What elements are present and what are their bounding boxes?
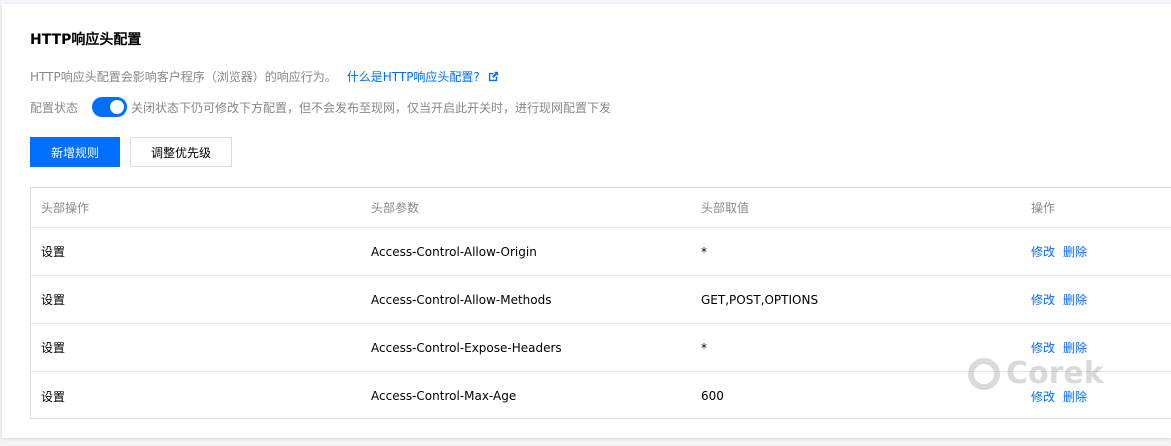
page-title: HTTP响应头配置	[30, 32, 142, 48]
delete-link[interactable]: 删除	[1063, 339, 1087, 356]
table-row: 设置 Access-Control-Allow-Methods GET,POST…	[31, 276, 1171, 324]
cell-op: 设置	[41, 389, 66, 404]
cell-actions: 修改 删除	[1031, 228, 1095, 275]
column-header-param: 头部参数	[371, 201, 420, 215]
table-header: 头部操作 头部参数 头部取值 操作	[31, 188, 1171, 228]
cell-value: 600	[701, 389, 724, 403]
cell-value: *	[701, 340, 707, 355]
cell-op: 设置	[41, 245, 66, 259]
watermark-logo-icon	[968, 357, 1000, 390]
watermark: Corek	[968, 356, 1104, 391]
edit-link[interactable]: 修改	[1031, 339, 1055, 356]
toggle-knob	[110, 100, 125, 114]
watermark-text: Corek	[1006, 356, 1104, 391]
add-rule-button[interactable]: 新增规则	[30, 137, 120, 167]
cell-op: 设置	[41, 341, 66, 355]
edit-link[interactable]: 修改	[1031, 243, 1055, 260]
status-label: 配置状态	[30, 100, 79, 115]
column-header-actions: 操作	[1031, 201, 1056, 215]
cell-value: *	[701, 244, 707, 259]
cell-param: Access-Control-Max-Age	[371, 389, 517, 403]
status-hint: 关闭状态下仍可修改下方配置，但不会发布至现网，仅当开启此开关时，进行现网配置下发	[131, 100, 612, 115]
external-link-icon[interactable]	[488, 71, 499, 82]
delete-link[interactable]: 删除	[1063, 243, 1087, 260]
description: HTTP响应头配置会影响客户程序（浏览器）的响应行为。 什么是HTTP响应头配置…	[30, 68, 499, 85]
cell-param: Access-Control-Expose-Headers	[371, 340, 562, 355]
cell-op: 设置	[41, 293, 66, 307]
edit-link[interactable]: 修改	[1031, 291, 1055, 308]
config-status-row: 配置状态 关闭状态下仍可修改下方配置，但不会发布至现网，仅当开启此开关时，进行现…	[30, 97, 611, 117]
column-header-op: 头部操作	[41, 201, 90, 215]
delete-link[interactable]: 删除	[1063, 291, 1087, 308]
config-status-toggle[interactable]	[92, 97, 128, 117]
cell-param: Access-Control-Allow-Methods	[371, 292, 552, 307]
column-header-value: 头部取值	[701, 201, 750, 215]
help-link[interactable]: 什么是HTTP响应头配置?	[347, 68, 480, 85]
adjust-priority-button[interactable]: 调整优先级	[130, 137, 232, 167]
cell-param: Access-Control-Allow-Origin	[371, 244, 537, 259]
description-text: HTTP响应头配置会影响客户程序（浏览器）的响应行为。	[30, 70, 337, 84]
cell-actions: 修改 删除	[1031, 276, 1095, 323]
cell-value: GET,POST,OPTIONS	[701, 292, 819, 307]
table-row: 设置 Access-Control-Allow-Origin * 修改 删除	[31, 228, 1171, 276]
